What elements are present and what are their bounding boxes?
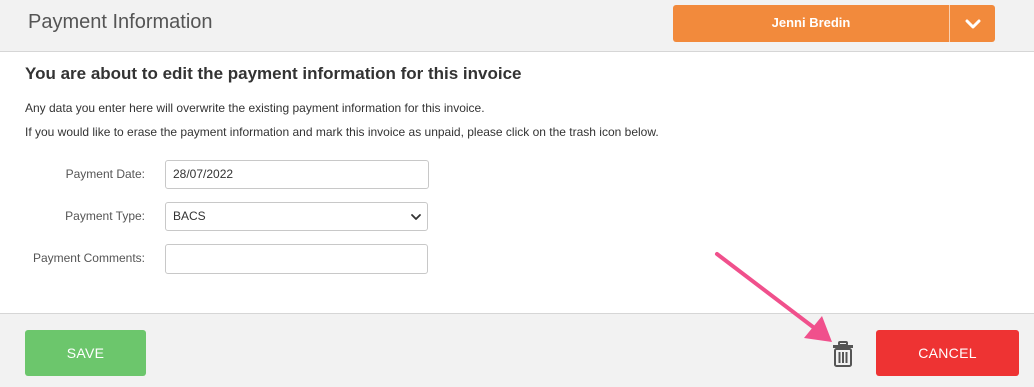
payment-type-select[interactable]: BACS	[165, 202, 428, 231]
payment-type-value: BACS	[173, 209, 206, 223]
section-heading: You are about to edit the payment inform…	[25, 64, 522, 83]
save-button[interactable]: SAVE	[25, 330, 146, 376]
description-erase: If you would like to erase the payment i…	[25, 125, 659, 139]
trash-icon[interactable]	[832, 341, 854, 367]
payment-comments-label: Payment Comments:	[32, 251, 145, 265]
payment-date-value: 28/07/2022	[173, 167, 234, 181]
payment-date-input[interactable]: 28/07/2022	[165, 160, 429, 189]
payment-date-label: Payment Date:	[65, 167, 145, 181]
user-name-label: Jenni Bredin	[771, 15, 851, 30]
payment-type-label: Payment Type:	[65, 209, 145, 223]
page-title: Payment Information	[28, 11, 213, 33]
edit-payment-panel: You are about to edit the payment inform…	[0, 53, 1034, 313]
user-menu-button[interactable]: Jenni Bredin	[673, 5, 995, 42]
payment-information-page: Payment Information Jenni Bredin You are…	[0, 0, 1034, 387]
chevron-down-icon[interactable]	[950, 5, 995, 42]
description-overwrite: Any data you enter here will overwrite t…	[25, 101, 485, 115]
cancel-button[interactable]: CANCEL	[876, 330, 1019, 376]
footer-bar: SAVE CANCEL	[0, 313, 1034, 387]
header-bar: Payment Information Jenni Bredin	[0, 0, 1034, 52]
payment-comments-input[interactable]	[165, 244, 428, 274]
chevron-down-icon	[411, 214, 421, 220]
